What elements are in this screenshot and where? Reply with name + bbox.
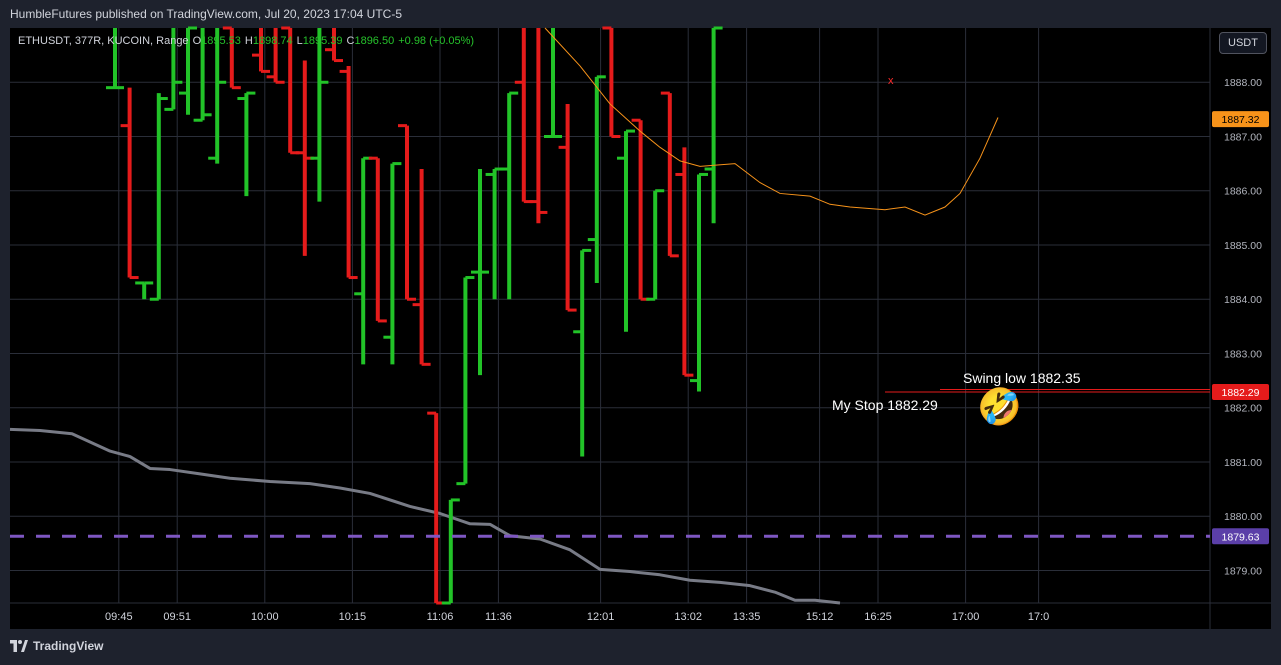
- price-tick-label: 1883.00: [1224, 348, 1262, 360]
- time-tick-label: 17:0: [1028, 611, 1049, 623]
- price-badge-label: 1879.63: [1222, 531, 1260, 543]
- time-tick-label: 09:51: [163, 611, 191, 623]
- legend-open-value: 1895.53: [201, 35, 241, 47]
- time-tick-label: 09:45: [105, 611, 133, 623]
- currency-button[interactable]: USDT: [1219, 32, 1267, 54]
- x-marker: x: [888, 75, 894, 87]
- legend-open-label: O: [192, 35, 202, 47]
- time-tick-label: 11:06: [427, 611, 454, 623]
- time-tick-label: 16:25: [864, 611, 892, 623]
- price-tick-label: 1887.00: [1224, 131, 1262, 143]
- legend-close-value: 1896.50: [354, 35, 395, 47]
- price-tick-label: 1885.00: [1224, 240, 1262, 252]
- legend-low-value: 1895.39: [302, 35, 343, 47]
- footer-brand: TradingView: [33, 639, 104, 653]
- price-tick-label: 1880.00: [1224, 511, 1262, 523]
- price-badge-label: 1887.32: [1222, 114, 1260, 126]
- time-tick-label: 13:35: [733, 611, 761, 623]
- my-stop-annotation[interactable]: My Stop 1882.29: [832, 397, 938, 413]
- laughing-emoji-icon: 🤣: [977, 386, 1022, 427]
- legend-high-label: H: [244, 35, 253, 47]
- legend-change: +0.98 (+0.05%): [398, 35, 475, 47]
- tradingview-logo[interactable]: TradingView: [10, 639, 103, 653]
- price-chart[interactable]: 1888.00 1887.00 1886.00 1885.00 1884.00 1883.…: [0, 0, 1281, 665]
- swing-low-annotation[interactable]: Swing low 1882.35: [963, 370, 1081, 386]
- legend-symbol[interactable]: ETHUSDT, 377R, KUCOIN, Range: [18, 35, 189, 47]
- time-tick-label: 17:00: [952, 611, 980, 623]
- time-tick-label: 12:01: [587, 611, 615, 623]
- price-tick-label: 1882.00: [1224, 403, 1262, 415]
- price-tick-label: 1879.00: [1224, 565, 1262, 577]
- time-tick-label: 15:12: [806, 611, 834, 623]
- tradingview-logo-icon: [10, 640, 28, 652]
- time-tick-label: 10:00: [251, 611, 279, 623]
- price-tick-label: 1886.00: [1224, 186, 1262, 198]
- time-tick-label: 10:15: [339, 611, 367, 623]
- legend-high-value: 1898.74: [252, 35, 293, 47]
- time-tick-label: 13:02: [674, 611, 702, 623]
- price-tick-label: 1884.00: [1224, 294, 1262, 306]
- price-badge-label: 1882.29: [1222, 387, 1260, 399]
- time-tick-label: 11:36: [485, 611, 512, 623]
- symbol-legend: ETHUSDT, 377R, KUCOIN, Range O1895.53 H1…: [18, 35, 474, 47]
- price-tick-label: 1881.00: [1224, 457, 1262, 469]
- price-tick-label: 1888.00: [1224, 77, 1262, 89]
- time-axis-background: [10, 603, 1271, 629]
